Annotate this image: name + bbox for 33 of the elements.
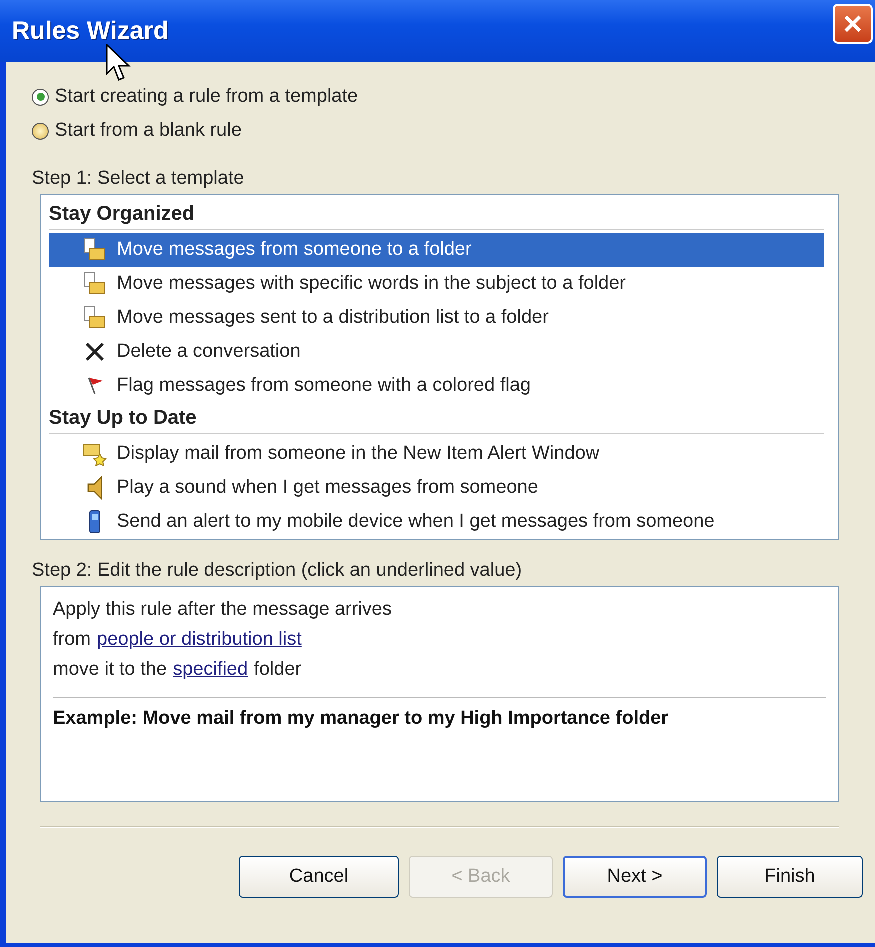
folder-icon [83, 238, 107, 262]
envelope-star-icon [83, 442, 107, 466]
template-item[interactable]: Move messages with specific words in the subject to a folder [49, 267, 824, 301]
close-button[interactable] [833, 4, 873, 44]
step-label: Step 2: Edit the rule description (click an underlined value) [32, 560, 524, 582]
close-icon [842, 13, 864, 35]
wizard-button[interactable]: Finish [717, 856, 863, 898]
wizard-button[interactable]: Cancel [239, 856, 399, 898]
folder-icon [83, 306, 107, 330]
radio-option[interactable]: Start from a blank rule [32, 114, 839, 148]
description-text: from [53, 629, 91, 651]
template-item[interactable]: Send an alert to my mobile device when I get messages from someone [49, 505, 824, 539]
group-heading: Stay Organized [49, 199, 824, 230]
description-text: move it to the [53, 659, 168, 681]
example-text: Example: Move mail from my manager to my High Importance folder [53, 708, 670, 730]
wizard-button[interactable]: Next > [563, 856, 707, 898]
delete-icon [83, 340, 107, 364]
mouse-pointer-icon [106, 44, 132, 82]
template-item[interactable]: Move messages from someone to a folder [49, 233, 824, 267]
template-item[interactable]: Flag messages from someone with a colored flag [49, 369, 824, 403]
template-item[interactable]: Delete a conversation [49, 335, 824, 369]
window-title: Rules Wizard [12, 16, 169, 46]
template-item[interactable]: Play a sound when I get messages from someone [49, 471, 824, 505]
template-item[interactable]: Display mail from someone in the New Item Alert Window [49, 437, 824, 471]
folder-icon [83, 272, 107, 296]
radio-option[interactable]: Start creating a rule from a template [32, 80, 839, 114]
step-label: Step 1: Select a template [32, 168, 246, 190]
description-text: folder [254, 659, 302, 681]
value-link[interactable]: people or distribution list [97, 629, 302, 651]
group-heading: Stay Up to Date [49, 403, 824, 434]
description-text: Apply this rule after the message arrives [53, 599, 392, 621]
template-item[interactable]: Move messages sent to a distribution list to a folder [49, 301, 824, 335]
value-link[interactable]: specified [173, 659, 248, 681]
